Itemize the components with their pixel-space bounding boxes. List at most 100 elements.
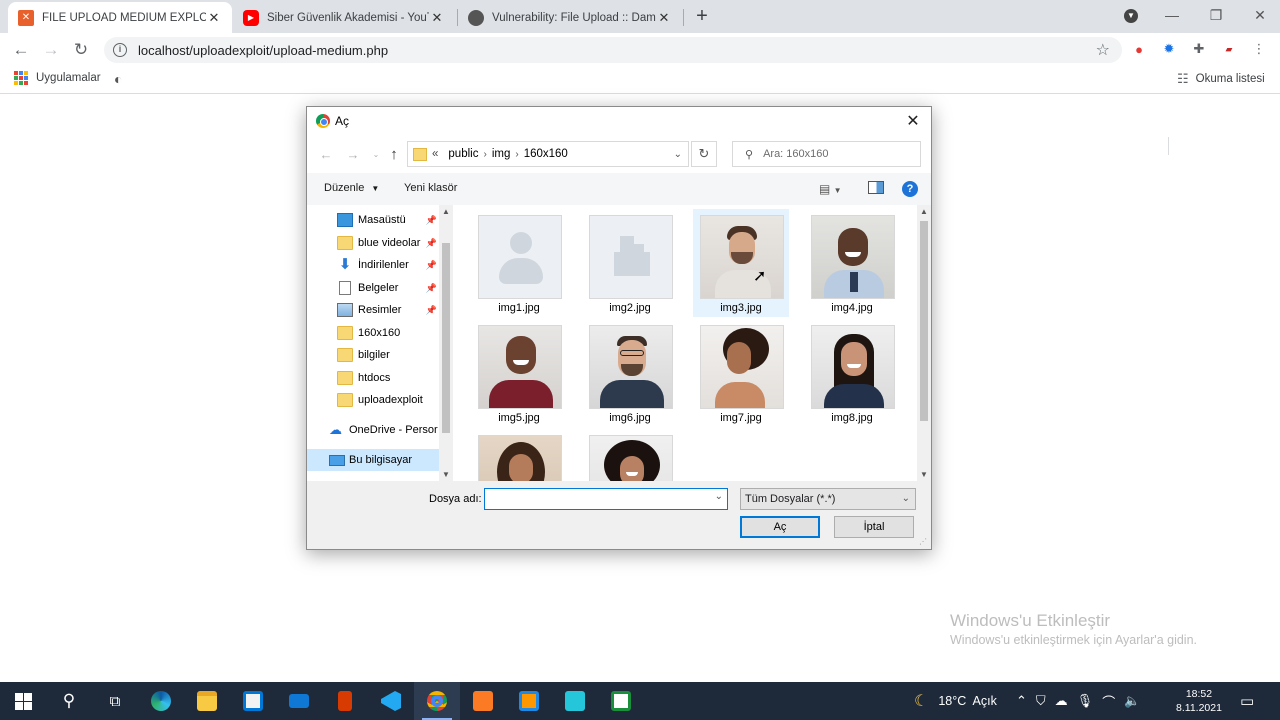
open-button[interactable]: Aç bbox=[740, 516, 820, 538]
file-type-select[interactable]: Tüm Dosyalar (*.*) ⌄ bbox=[740, 488, 916, 510]
notifications-icon[interactable]: ▭ bbox=[1240, 682, 1254, 720]
nav-item-documents[interactable]: Belgeler 📌 bbox=[307, 277, 439, 299]
view-options-icon[interactable]: ▤ ▼ bbox=[819, 182, 842, 196]
extensions-puzzle-icon[interactable]: ✚ bbox=[1190, 40, 1208, 58]
chrome-taskbar-icon[interactable] bbox=[414, 682, 460, 720]
network-icon[interactable]: ⌒ bbox=[1102, 692, 1115, 711]
navigation-scrollbar[interactable]: ▲ ▼ bbox=[439, 205, 453, 481]
office-app-icon[interactable] bbox=[322, 682, 368, 720]
chevron-down-icon[interactable]: ⌄ bbox=[715, 491, 723, 502]
dialog-close-button[interactable]: ✕ bbox=[901, 110, 925, 134]
terminal-app-icon[interactable] bbox=[552, 682, 598, 720]
file-tile-img5[interactable]: img5.jpg bbox=[471, 319, 567, 427]
reading-list-button[interactable]: ☷ Okuma listesi bbox=[1177, 71, 1265, 87]
tab-youtube[interactable]: ▶ Siber Güvenlik Akademisi - YouTu ✕ bbox=[233, 2, 455, 33]
breadcrumb-img[interactable]: img bbox=[492, 148, 511, 160]
dialog-search-input[interactable]: ⚲ Ara: 160x160 bbox=[732, 141, 921, 167]
microsoft-store-icon[interactable] bbox=[230, 682, 276, 720]
cancel-button[interactable]: İptal bbox=[834, 516, 914, 538]
volume-icon[interactable]: 🔈 bbox=[1124, 693, 1140, 709]
cloud-icon[interactable]: ☁ bbox=[1055, 693, 1068, 709]
address-bar[interactable]: i localhost/uploadexploit/upload-medium.… bbox=[104, 37, 1122, 63]
camtasia-icon[interactable] bbox=[598, 682, 644, 720]
scrollbar-thumb[interactable] bbox=[442, 243, 450, 433]
breadcrumb-160x160[interactable]: 160x160 bbox=[524, 148, 568, 160]
nav-item-onedrive[interactable]: ☁ OneDrive - Persor bbox=[307, 419, 439, 441]
clock[interactable]: 18:52 8.11.2021 bbox=[1176, 682, 1222, 720]
file-tile-img8[interactable]: img8.jpg bbox=[804, 319, 900, 427]
file-tile-img4[interactable]: img4.jpg bbox=[804, 209, 900, 317]
reload-icon[interactable]: ↻ bbox=[68, 37, 94, 63]
apps-shortcut[interactable]: Uygulamalar bbox=[14, 71, 101, 85]
bookmark-star-icon[interactable]: ☆ bbox=[1096, 40, 1110, 60]
scroll-up-icon[interactable]: ▲ bbox=[442, 207, 450, 216]
start-button[interactable] bbox=[0, 682, 46, 720]
organize-menu[interactable]: Düzenle ▼ bbox=[324, 182, 379, 194]
tab-search-icon[interactable]: ▼ bbox=[1124, 9, 1138, 23]
tab-dvwa[interactable]: Vulnerability: File Upload :: Damn ✕ bbox=[458, 2, 682, 33]
mail-icon[interactable] bbox=[276, 682, 322, 720]
nav-item-desktop[interactable]: Masaüstü 📌 bbox=[307, 209, 439, 231]
chrome-menu-icon[interactable]: ⋮ bbox=[1250, 40, 1268, 58]
dialog-address-bar[interactable]: « public › img › 160x160 ⌄ bbox=[407, 141, 689, 167]
scroll-down-icon[interactable]: ▼ bbox=[920, 470, 928, 479]
scroll-down-icon[interactable]: ▼ bbox=[442, 470, 450, 479]
up-folder-icon[interactable]: ↑ bbox=[385, 146, 403, 164]
breadcrumb-public[interactable]: public bbox=[448, 148, 478, 160]
site-info-icon[interactable]: i bbox=[113, 43, 127, 57]
weather-widget[interactable]: ☾ 18°C Açık bbox=[914, 682, 997, 720]
file-tile-img10[interactable] bbox=[582, 429, 678, 481]
file-tile-img9[interactable] bbox=[471, 429, 567, 481]
preview-pane-icon[interactable] bbox=[868, 181, 884, 194]
new-folder-button[interactable]: Yeni klasör bbox=[404, 182, 457, 194]
nav-item-downloads[interactable]: ⬇ İndirilenler 📌 bbox=[307, 254, 439, 276]
sublime-icon[interactable] bbox=[506, 682, 552, 720]
restore-icon[interactable]: ❐ bbox=[1194, 0, 1238, 30]
resize-grip-icon[interactable]: ⋰ bbox=[919, 537, 927, 546]
file-tile-img3[interactable]: img3.jpg bbox=[693, 209, 789, 317]
vpn-icon[interactable]: ⛉ bbox=[1036, 693, 1046, 709]
task-view-icon[interactable]: ⧉ bbox=[92, 682, 138, 720]
xampp-icon[interactable] bbox=[460, 682, 506, 720]
nav-item-htdocs[interactable]: htdocs bbox=[307, 367, 439, 389]
forward-icon[interactable]: → bbox=[38, 37, 64, 63]
extension-blue-icon[interactable]: ✹ bbox=[1160, 40, 1178, 58]
breadcrumb-overflow[interactable]: « bbox=[432, 148, 438, 160]
show-hidden-icons-icon[interactable]: ⌃ bbox=[1016, 693, 1027, 709]
nav-item-uploadexploit[interactable]: uploadexploit bbox=[307, 389, 439, 411]
dialog-forward-icon[interactable]: → bbox=[344, 146, 362, 164]
scrollbar-thumb[interactable] bbox=[920, 221, 928, 421]
tab-file-upload-medium-exploit[interactable]: ✕ FILE UPLOAD MEDIUM EXPLOIT ✕ bbox=[8, 2, 232, 33]
nav-item-this-pc[interactable]: Bu bilgisayar bbox=[307, 449, 439, 471]
file-tile-img2[interactable]: img2.jpg bbox=[582, 209, 678, 317]
dialog-back-icon[interactable]: ← bbox=[317, 146, 335, 164]
scroll-up-icon[interactable]: ▲ bbox=[920, 207, 928, 216]
nav-item-pictures[interactable]: Resimler 📌 bbox=[307, 299, 439, 321]
file-list-scrollbar[interactable]: ▲ ▼ bbox=[917, 205, 931, 481]
file-explorer-icon[interactable] bbox=[184, 682, 230, 720]
new-tab-button[interactable]: + bbox=[690, 4, 714, 28]
tab-close-icon[interactable]: ✕ bbox=[206, 10, 222, 26]
nav-item-blue-videolar[interactable]: blue videolar 📌 bbox=[307, 232, 439, 254]
search-icon[interactable]: ⚲ bbox=[46, 682, 92, 720]
filename-input[interactable]: ⌄ bbox=[484, 488, 728, 510]
window-close-icon[interactable]: ✕ bbox=[1238, 0, 1280, 30]
tab-close-icon[interactable]: ✕ bbox=[656, 10, 672, 26]
dialog-refresh-icon[interactable]: ↻ bbox=[691, 141, 717, 167]
file-tile-img1[interactable]: img1.jpg bbox=[471, 209, 567, 317]
file-tile-img6[interactable]: img6.jpg bbox=[582, 319, 678, 427]
tab-close-icon[interactable]: ✕ bbox=[429, 10, 445, 26]
microphone-icon[interactable]: 🎙 bbox=[1077, 693, 1094, 709]
back-icon[interactable]: ← bbox=[8, 37, 34, 63]
minimize-icon[interactable]: — bbox=[1150, 0, 1194, 30]
help-icon[interactable]: ? bbox=[902, 181, 918, 197]
address-dropdown-icon[interactable]: ⌄ bbox=[674, 149, 682, 160]
recent-locations-icon[interactable]: ⌄ bbox=[367, 146, 385, 164]
edge-app-icon[interactable] bbox=[138, 682, 184, 720]
nav-item-160x160[interactable]: 160x160 bbox=[307, 322, 439, 344]
globe-bookmark-icon[interactable]: ◐ bbox=[114, 71, 122, 87]
file-tile-img7[interactable]: img7.jpg bbox=[693, 319, 789, 427]
extension-badge-icon[interactable]: ▰ bbox=[1220, 40, 1238, 58]
nav-item-bilgiler[interactable]: bilgiler bbox=[307, 344, 439, 366]
extension-red-icon[interactable]: ● bbox=[1130, 40, 1148, 58]
